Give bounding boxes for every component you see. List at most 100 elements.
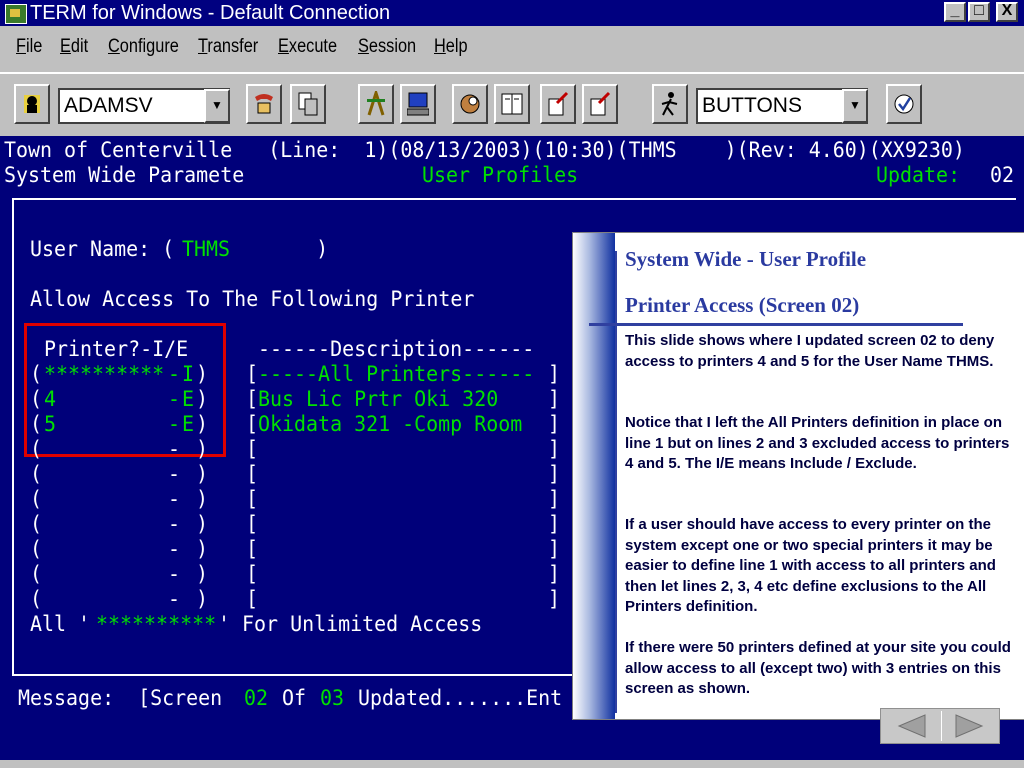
row-close-paren: ) [196, 412, 209, 436]
connect-user-button[interactable] [14, 84, 50, 124]
receive-button[interactable] [582, 84, 618, 124]
book-button[interactable] [494, 84, 530, 124]
slide-navigation [880, 708, 1000, 744]
menu-execute[interactable]: Execute [278, 36, 337, 58]
menu-execute-label: xecute [288, 36, 338, 57]
ie-dash: - [168, 387, 181, 411]
next-slide-button[interactable] [941, 711, 998, 741]
menu-edit-label: dit [70, 36, 89, 57]
maximize-button[interactable]: □ [968, 2, 990, 22]
menu-file-label: ile [25, 36, 43, 57]
user-name-field[interactable]: THMS [182, 237, 230, 261]
previous-slide-button[interactable] [883, 711, 939, 741]
menu-help[interactable]: Help [434, 36, 468, 58]
app-icon[interactable] [5, 4, 27, 24]
include-exclude-field[interactable]: I [182, 362, 194, 386]
description-open-bracket: [ [246, 437, 259, 461]
include-exclude-field[interactable]: E [182, 412, 194, 436]
buttons-dropdown-arrow[interactable]: ▼ [842, 89, 868, 123]
row-open-paren: ( [30, 462, 43, 486]
terminal-screen-title: User Profiles [422, 163, 579, 187]
row-open-paren: ( [30, 562, 43, 586]
row-open-paren: ( [30, 412, 43, 436]
application-window: TERM for Windows - Default Connection _ … [0, 0, 1024, 768]
terminal-header-line: Town of Centerville (Line: 1)(08/13/2003… [4, 138, 965, 162]
description-open-bracket: [ [246, 512, 259, 536]
computer-icon [407, 92, 429, 116]
row-open-paren: ( [30, 362, 43, 386]
ie-dash: - [168, 512, 181, 536]
menu-configure[interactable]: Configure [108, 36, 179, 58]
printer-number-field[interactable]: 5 [44, 412, 56, 436]
panel-paragraph: This slide shows where I updated screen … [625, 332, 995, 370]
menu-file[interactable]: File [16, 36, 42, 58]
close-button[interactable]: X [996, 2, 1018, 22]
menu-execute-mnemonic: E [278, 36, 289, 57]
description-field[interactable]: Okidata 321 -Comp Room [258, 412, 522, 436]
printer-number-field[interactable]: 4 [44, 387, 56, 411]
message-label: Message: [Screen [18, 686, 235, 710]
panel-divider-horizontal [589, 323, 963, 326]
description-open-bracket: [ [246, 562, 259, 586]
connection-dropdown-arrow[interactable]: ▼ [204, 89, 230, 123]
description-field[interactable]: Bus Lic Prtr Oki 320 [258, 387, 498, 411]
panel-divider-vertical [615, 251, 617, 713]
copy-icon [298, 92, 318, 116]
user-name-close: ) [244, 237, 329, 261]
ie-dash: - [168, 537, 181, 561]
description-close-bracket: ] [548, 437, 561, 461]
panel-paragraph: If a user should have access to every pr… [625, 516, 996, 615]
menu-transfer-label: ransfer [207, 36, 259, 57]
ie-dash: - [168, 362, 181, 386]
description-open-bracket: [ [246, 587, 259, 611]
row-open-paren: ( [30, 387, 43, 411]
phone-icon [255, 94, 273, 114]
description-close-bracket: ] [548, 412, 561, 436]
ie-dash: - [168, 462, 181, 486]
triangle-left-icon [897, 714, 926, 738]
computer-button[interactable] [400, 84, 436, 124]
description-column-header: ------Description------ [258, 337, 535, 361]
footer-note-end: ' For Unlimited Access [218, 612, 483, 636]
include-exclude-field[interactable]: E [182, 387, 194, 411]
printer-number-field[interactable]: ********** [44, 362, 164, 386]
panel-paragraph: Notice that I left the All Printers defi… [625, 414, 1010, 472]
send-button[interactable] [540, 84, 576, 124]
minimize-button[interactable]: _ [944, 2, 966, 22]
description-open-bracket: [ [246, 412, 259, 436]
allow-access-heading: Allow Access To The Following Printer [30, 287, 475, 311]
menu-edit[interactable]: Edit [60, 36, 88, 58]
row-close-paren: ) [196, 587, 209, 611]
check-button[interactable] [886, 84, 922, 124]
title-bar[interactable]: TERM for Windows - Default Connection _ … [0, 0, 1024, 26]
ie-dash: - [168, 562, 181, 586]
description-open-bracket: [ [246, 362, 259, 386]
menu-help-mnemonic: H [434, 36, 446, 57]
receive-icon [590, 91, 611, 116]
description-field[interactable]: -----All Printers------ [258, 362, 534, 386]
message-screen-number: 02 [244, 686, 269, 710]
description-open-bracket: [ [246, 462, 259, 486]
baseball-button[interactable] [452, 84, 488, 124]
row-open-paren: ( [30, 587, 43, 611]
row-open-paren: ( [30, 512, 43, 536]
description-close-bracket: ] [548, 487, 561, 511]
row-open-paren: ( [30, 437, 43, 461]
menu-file-mnemonic: F [16, 36, 26, 57]
copy-button[interactable] [290, 84, 326, 124]
row-open-paren: ( [30, 537, 43, 561]
row-close-paren: ) [196, 462, 209, 486]
description-open-bracket: [ [246, 487, 259, 511]
menu-transfer[interactable]: Transfer [198, 36, 258, 58]
menu-session[interactable]: Session [358, 36, 416, 58]
menu-bar: File Edit Configure Transfer Execute Ses… [0, 30, 1024, 66]
run-button[interactable] [652, 84, 688, 124]
description-close-bracket: ] [548, 537, 561, 561]
menu-session-label: ession [368, 36, 417, 57]
network-button[interactable] [358, 84, 394, 124]
ie-dash: - [168, 487, 181, 511]
menu-edit-mnemonic: E [60, 36, 71, 57]
menu-session-mnemonic: S [358, 36, 369, 57]
dial-button[interactable] [246, 84, 282, 124]
row-close-paren: ) [196, 512, 209, 536]
